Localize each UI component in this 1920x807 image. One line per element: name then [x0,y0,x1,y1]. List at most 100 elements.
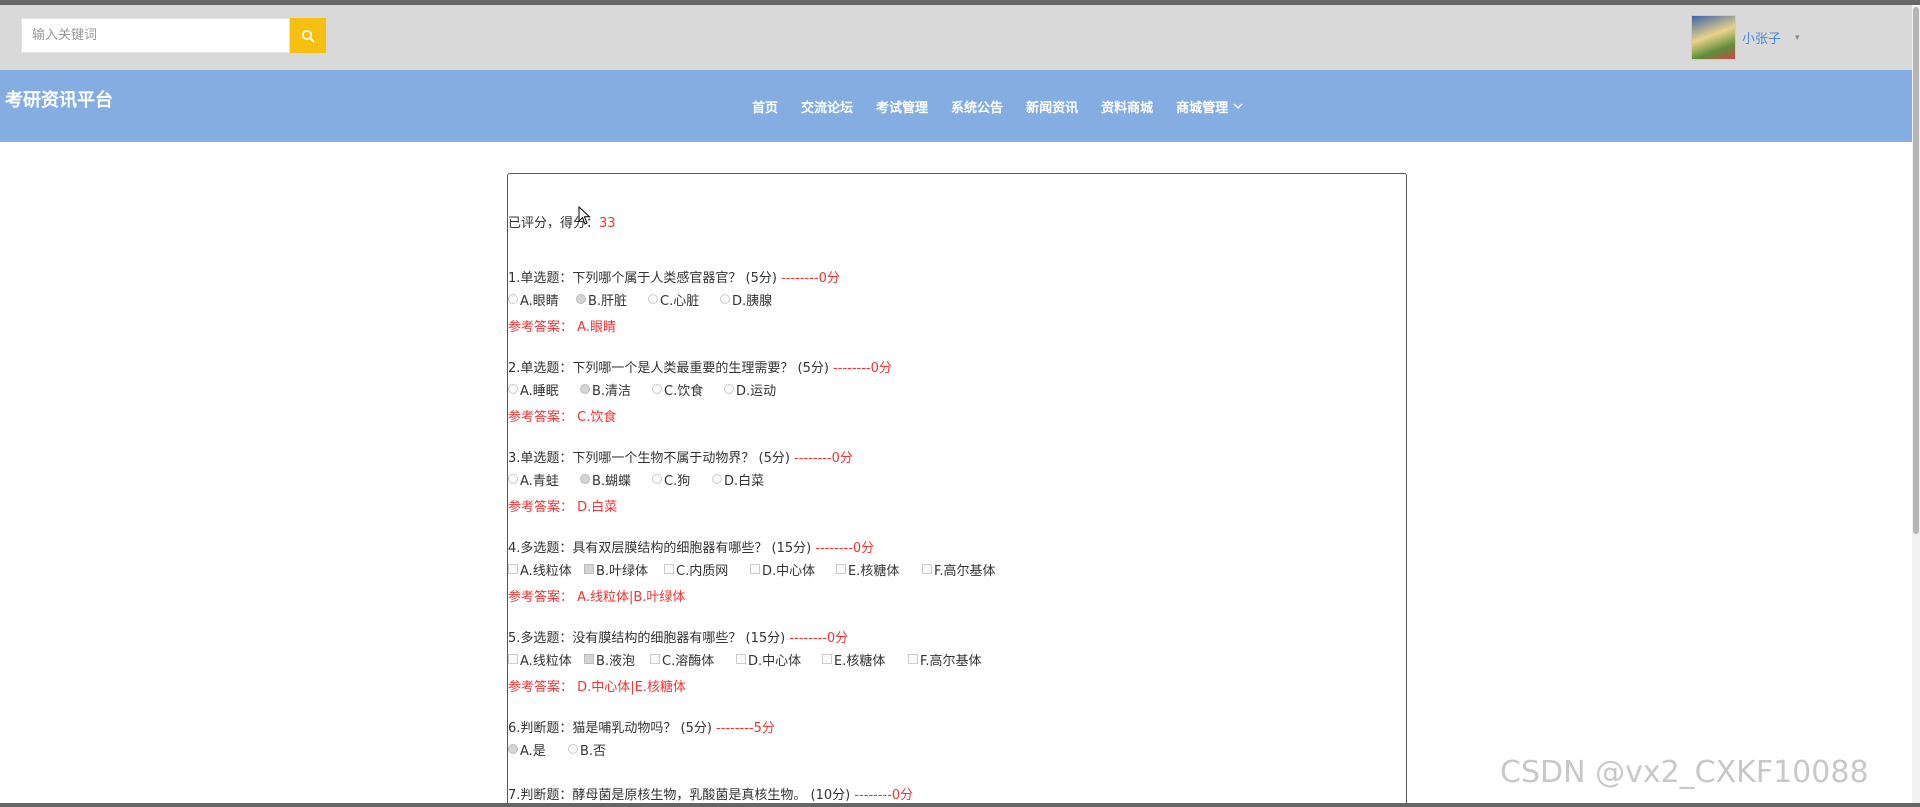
nav-item-6[interactable]: 资料商城 [1101,97,1153,116]
option-label: B.清洁 [592,383,632,399]
option-label: C.心脏 [660,293,700,309]
option-group: A.眼睛 B.肝脏 C.心脏 D.胰腺 [508,289,840,309]
radio-button[interactable] [508,744,518,754]
reference-answer-label: 参考答案： [508,410,574,425]
option-2-4[interactable]: D.运动 [724,380,796,399]
option-1-1[interactable]: A.眼睛 [508,290,576,309]
question-text: 7.判断题：酵母菌是原核生物，乳酸菌是真核生物。 (10分) [508,788,851,803]
checkbox[interactable] [584,564,594,574]
mouse-cursor-icon [578,206,591,225]
radio-button[interactable] [648,294,658,304]
radio-button[interactable] [508,474,518,484]
nav-item-1[interactable]: 首页 [752,97,778,116]
question-score-mark: --------0分 [833,361,892,376]
reference-answer: 参考答案： D.中心体|E.核糖体 [508,678,1004,698]
option-6-1[interactable]: A.是 [508,740,568,759]
option-3-2[interactable]: B.蝴蝶 [580,470,652,489]
option-2-3[interactable]: C.饮食 [652,380,724,399]
watermark: CSDN @vx2_CXKF10088 [1500,755,1869,790]
question-score-mark: --------0分 [794,451,853,466]
option-label: A.线粒体 [520,563,572,579]
checkbox[interactable] [822,654,832,664]
checkbox[interactable] [750,564,760,574]
option-label: D.中心体 [762,563,816,579]
option-2-2[interactable]: B.清洁 [580,380,652,399]
radio-button[interactable] [652,474,662,484]
question-title: 6.判断题：猫是哺乳动物吗？ (5分) --------5分 [508,719,775,739]
option-4-6[interactable]: F.高尔基体 [922,560,1018,579]
checkbox[interactable] [736,654,746,664]
avatar[interactable] [1691,15,1736,60]
question-6: 6.判断题：猫是哺乳动物吗？ (5分) --------5分 A.是 B.否 [508,719,775,759]
option-5-2[interactable]: B.液泡 [584,650,650,669]
radio-button[interactable] [580,384,590,394]
nav-item-7[interactable]: 商城管理 [1176,97,1243,116]
reference-answer-value: A.线粒体|B.叶绿体 [577,590,686,605]
option-label: A.眼睛 [520,293,559,309]
option-5-6[interactable]: F.高尔基体 [908,650,1004,669]
option-label: E.核糖体 [834,653,886,669]
option-label: C.内质网 [676,563,729,579]
option-2-1[interactable]: A.睡眠 [508,380,580,399]
vertical-scrollbar[interactable] [1912,5,1920,807]
option-1-3[interactable]: C.心脏 [648,290,720,309]
option-label: A.线粒体 [520,653,572,669]
user-menu[interactable]: 小张子 ▾ [1691,15,1800,60]
scrollbar-thumb[interactable] [1913,7,1919,534]
question-score-mark: --------5分 [716,721,775,736]
search-input[interactable]: 输入关键词 [21,18,290,53]
option-label: B.叶绿体 [596,563,649,579]
radio-button[interactable] [652,384,662,394]
site-title[interactable]: 考研资讯平台 [5,86,113,112]
option-label: B.蝴蝶 [592,473,632,489]
search-button[interactable] [290,18,326,53]
option-5-4[interactable]: D.中心体 [736,650,822,669]
option-1-4[interactable]: D.胰腺 [720,290,792,309]
option-4-1[interactable]: A.线粒体 [508,560,584,579]
chevron-down-icon[interactable]: ▾ [1795,33,1800,43]
option-4-2[interactable]: B.叶绿体 [584,560,664,579]
radio-button[interactable] [720,294,730,304]
checkbox[interactable] [836,564,846,574]
username[interactable]: 小张子 [1742,28,1781,47]
option-4-5[interactable]: E.核糖体 [836,560,922,579]
radio-button[interactable] [724,384,734,394]
option-4-4[interactable]: D.中心体 [750,560,836,579]
reference-answer-value: C.饮食 [577,410,617,425]
reference-answer: 参考答案： A.线粒体|B.叶绿体 [508,588,1018,608]
question-5: 5.多选题：没有膜结构的细胞器有哪些？ (15分) --------0分 A.线粒… [508,629,1004,698]
option-5-1[interactable]: A.线粒体 [508,650,584,669]
search-icon [302,29,315,42]
nav-menu: 首页 交流论坛 考试管理 系统公告 新闻资讯 资料商城 商城管理 [752,70,1266,142]
radio-button[interactable] [568,744,578,754]
checkbox[interactable] [922,564,932,574]
option-6-2[interactable]: B.否 [568,740,628,759]
option-4-3[interactable]: C.内质网 [664,560,750,579]
option-1-2[interactable]: B.肝脏 [576,290,648,309]
option-5-3[interactable]: C.溶酶体 [650,650,736,669]
radio-button[interactable] [576,294,586,304]
checkbox[interactable] [664,564,674,574]
nav-item-2[interactable]: 交流论坛 [801,97,853,116]
radio-button[interactable] [580,474,590,484]
nav-item-label: 系统公告 [951,100,1004,116]
nav-item-3[interactable]: 考试管理 [876,97,928,116]
checkbox[interactable] [508,564,518,574]
option-3-3[interactable]: C.狗 [652,470,712,489]
nav-item-label: 交流论坛 [801,100,854,116]
option-label: C.溶酶体 [662,653,715,669]
checkbox[interactable] [650,654,660,664]
checkbox[interactable] [584,654,594,664]
nav-item-4[interactable]: 系统公告 [951,97,1003,116]
score-summary: 已评分，得分：33 [508,212,616,231]
option-3-4[interactable]: D.白菜 [712,470,784,489]
option-3-1[interactable]: A.青蛙 [508,470,580,489]
checkbox[interactable] [508,654,518,664]
checkbox[interactable] [908,654,918,664]
radio-button[interactable] [508,384,518,394]
question-text: 6.判断题：猫是哺乳动物吗？ (5分) [508,721,712,736]
radio-button[interactable] [508,294,518,304]
option-5-5[interactable]: E.核糖体 [822,650,908,669]
nav-item-5[interactable]: 新闻资讯 [1026,97,1078,116]
radio-button[interactable] [712,474,722,484]
